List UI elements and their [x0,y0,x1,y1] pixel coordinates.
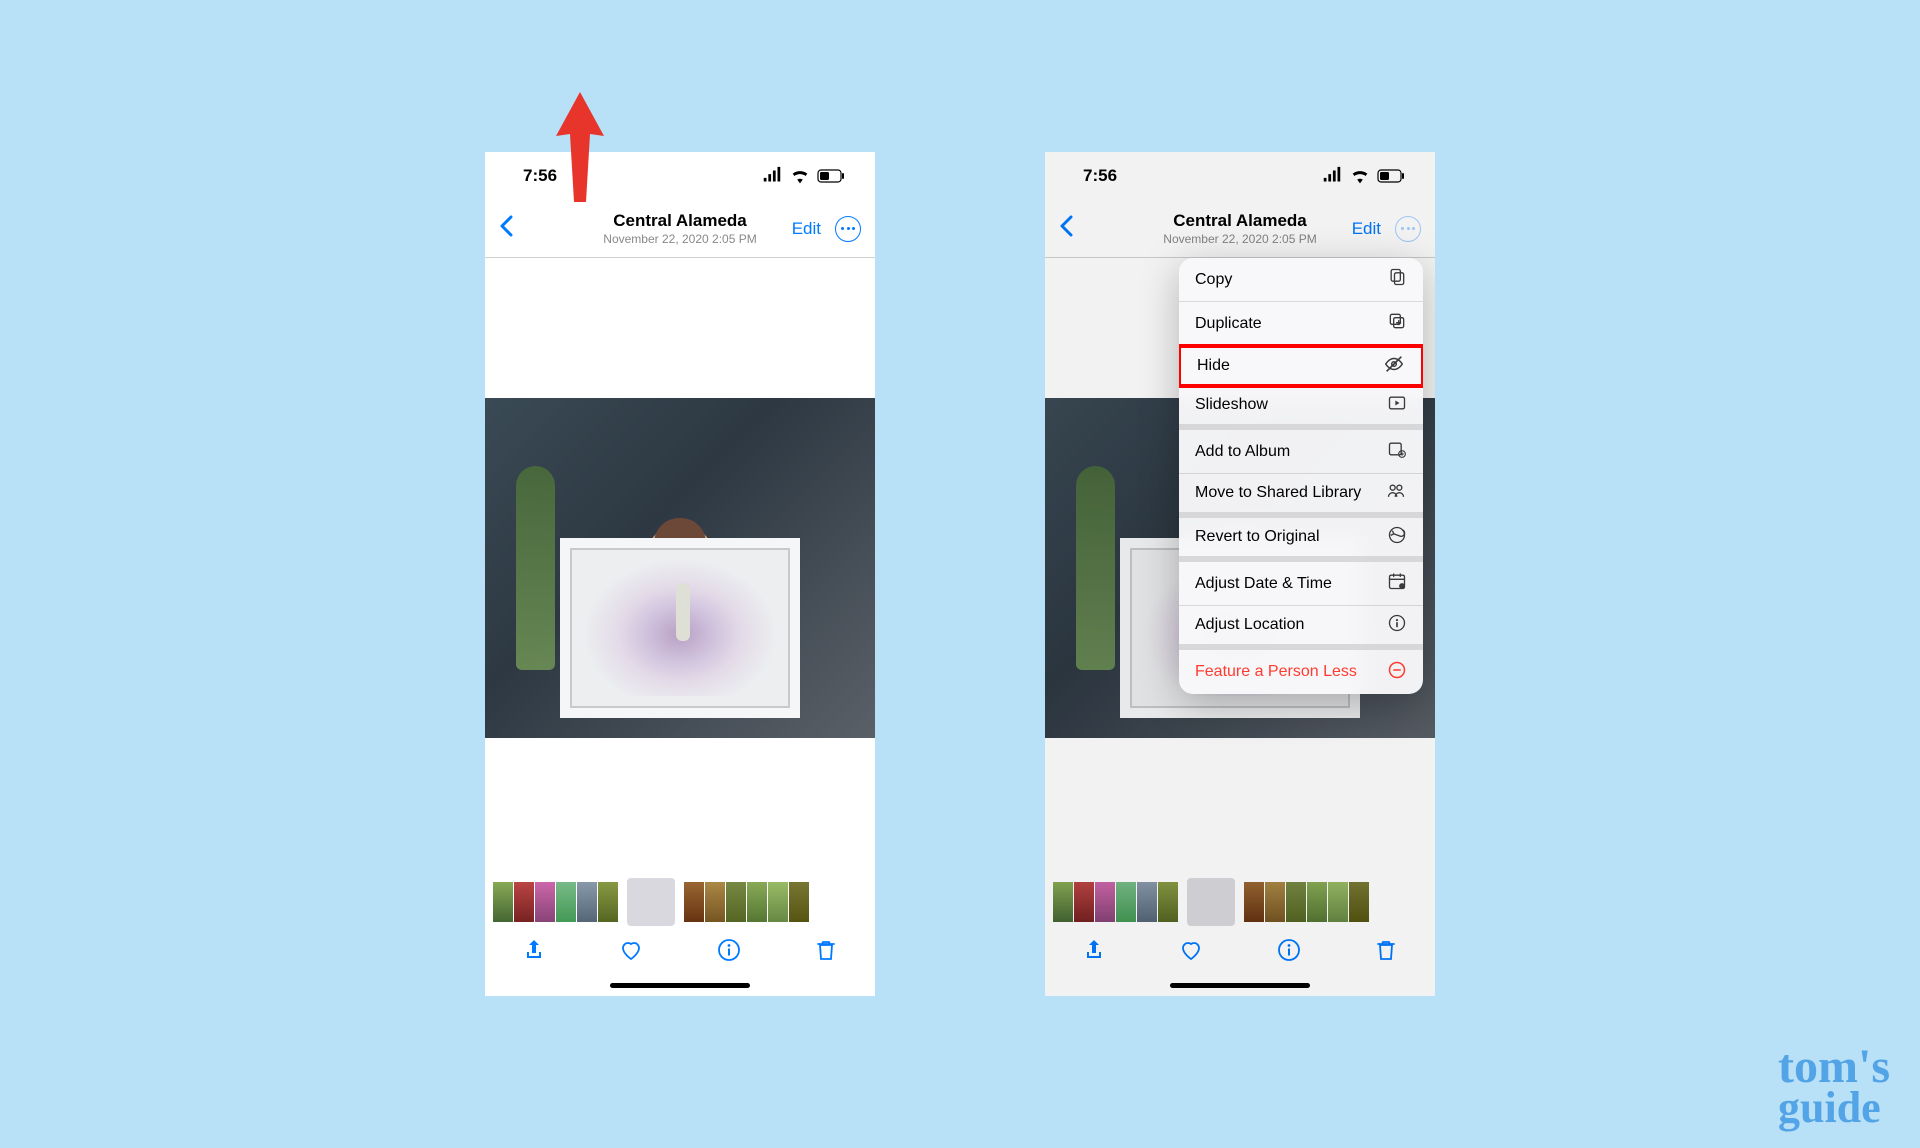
shared-library-icon [1385,481,1407,506]
watermark-line2: guide [1778,1088,1890,1128]
menu-item-label: Adjust Date & Time [1195,575,1332,593]
bottom-toolbar [485,927,875,977]
menu-item-label: Duplicate [1195,315,1262,333]
menu-item-label: Hide [1197,357,1230,375]
share-button[interactable] [522,938,546,967]
menu-item-label: Copy [1195,271,1232,289]
cellular-icon [761,165,783,187]
context-menu: Copy Duplicate Hide Slideshow Add to Album Mo… [1179,258,1423,694]
menu-item-duplicate[interactable]: Duplicate [1179,302,1423,346]
filmstrip[interactable] [485,877,875,927]
copy-icon [1387,267,1407,292]
menu-item-copy[interactable]: Copy [1179,258,1423,302]
location-icon [1387,613,1407,638]
menu-item-label: Adjust Location [1195,616,1304,634]
menu-item-move-to-shared-library[interactable]: Move to Shared Library [1179,474,1423,518]
menu-item-feature-a-person-less[interactable]: Feature a Person Less [1179,650,1423,694]
menu-item-adjust-location[interactable]: Adjust Location [1179,606,1423,650]
trash-button[interactable] [814,938,838,967]
favorite-button[interactable] [619,938,643,967]
screenshot-2: 7:56 Central Alameda November 22, 2020 2… [1045,152,1435,996]
revert-icon [1387,525,1407,550]
ellipsis-icon [841,227,855,230]
menu-item-label: Feature a Person Less [1195,663,1357,681]
battery-icon [817,169,845,183]
minus-circle-icon [1387,660,1407,685]
wifi-icon [789,165,811,187]
menu-item-hide[interactable]: Hide [1179,344,1423,388]
nav-title: Central Alameda [603,211,756,231]
calendar-icon [1387,571,1407,596]
slideshow-icon [1387,393,1407,418]
home-indicator[interactable] [610,983,750,988]
watermark-line1: tom's [1778,1045,1890,1088]
info-button[interactable] [717,938,741,967]
nav-subtitle: November 22, 2020 2:05 PM [603,232,756,246]
hide-icon [1383,353,1405,380]
menu-item-adjust-date-time[interactable]: Adjust Date & Time [1179,562,1423,606]
menu-item-slideshow[interactable]: Slideshow [1179,386,1423,430]
menu-item-label: Move to Shared Library [1195,484,1361,502]
photo-viewer[interactable] [485,258,875,877]
status-time: 7:56 [523,166,557,186]
more-button[interactable] [835,216,861,242]
menu-item-label: Slideshow [1195,396,1268,414]
back-button[interactable] [499,213,513,244]
watermark: tom's guide [1778,1045,1890,1128]
edit-button[interactable]: Edit [792,219,821,239]
menu-item-add-to-album[interactable]: Add to Album [1179,430,1423,474]
menu-item-label: Add to Album [1195,443,1290,461]
status-bar: 7:56 [485,152,875,200]
screenshot-1: 7:56 Central Alameda November 22, 2020 2… [485,152,875,996]
duplicate-icon [1387,311,1407,336]
menu-item-label: Revert to Original [1195,528,1320,546]
add-album-icon [1387,439,1407,464]
selected-thumb[interactable] [627,878,675,926]
photo-content [485,398,875,738]
menu-item-revert-to-original[interactable]: Revert to Original [1179,518,1423,562]
nav-bar: Central Alameda November 22, 2020 2:05 P… [485,200,875,258]
